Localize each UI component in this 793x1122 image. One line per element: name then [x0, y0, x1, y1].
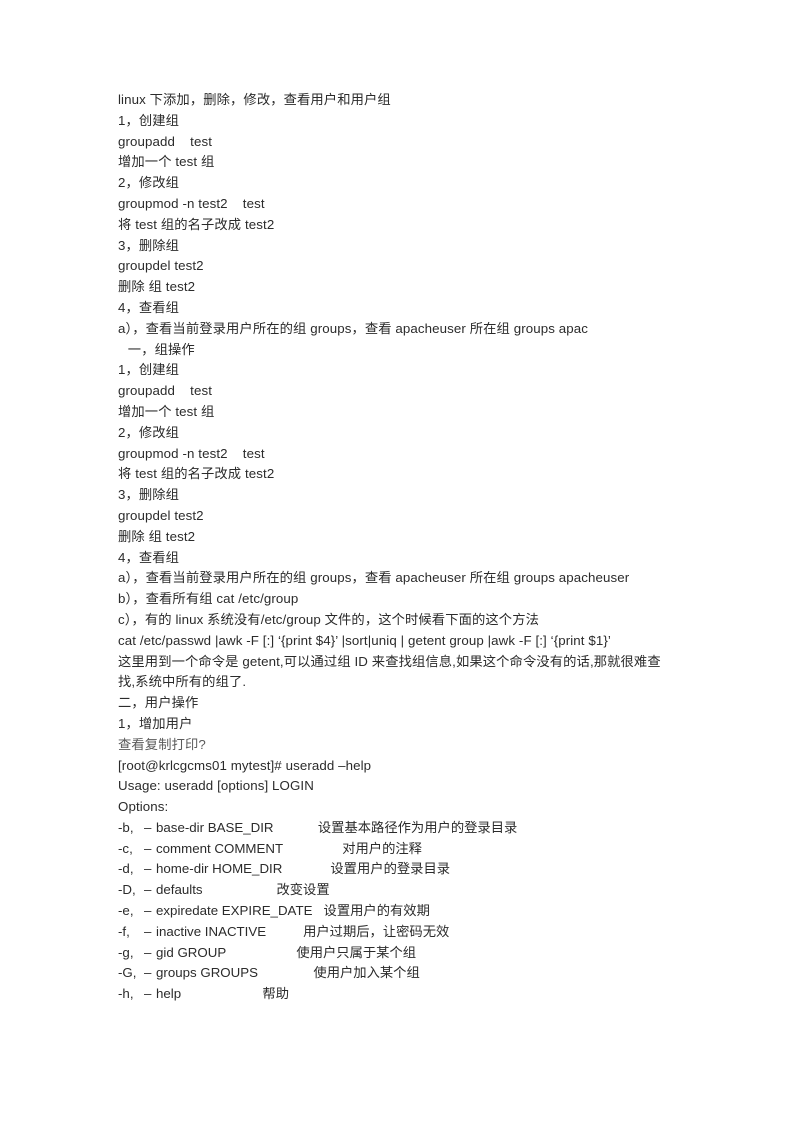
option-long-name: expiredate EXPIRE_DATE — [156, 903, 313, 919]
option-long-name: groups GROUPS — [156, 965, 258, 981]
option-short-flag: -c, — [118, 840, 133, 856]
option-description: 设置用户的有效期 — [323, 903, 430, 919]
option-spacer — [282, 859, 330, 880]
option-dash-icon: – — [144, 840, 152, 856]
option-short-flag: -G, — [118, 965, 137, 981]
useradd-option-row: -e, – expiredate EXPIRE_DATE 设置用户的有效期 — [118, 901, 680, 922]
document-line: 这里用到一个命令是 getent,可以通过组 ID 来查找组信息,如果这个命令没… — [118, 653, 661, 690]
document-line: 1，创建组 — [118, 112, 180, 128]
document-page: linux 下添加，删除，修改，查看用户和用户组 1，创建组 groupadd te… — [0, 0, 793, 1122]
option-short-flag: -e, — [118, 903, 134, 919]
option-spacer — [283, 839, 342, 860]
option-spacer — [312, 901, 323, 922]
option-description: 设置基本路径作为用户的登录目录 — [317, 819, 518, 835]
option-long-name: defaults — [156, 882, 203, 898]
option-dash-icon: – — [144, 903, 152, 919]
option-short-flag: -f, — [118, 923, 130, 939]
option-short-flag: -d, — [118, 861, 134, 877]
document-line: 删除 组 test2 — [118, 279, 196, 295]
option-description: 帮助 — [262, 986, 290, 1002]
document-line: c），有的 linux 系统没有/etc/group 文件的，这个时候看下面的这… — [118, 611, 539, 627]
useradd-option-row: -f, – inactive INACTIVE 用户过期后，让密码无效 — [118, 922, 680, 943]
document-line: 2，修改组 — [118, 175, 180, 191]
document-line: 1，创建组 — [118, 362, 180, 378]
document-title-line: linux 下添加，删除，修改，查看用户和用户组 — [118, 92, 391, 107]
document-line: 查看复制打印? — [118, 736, 206, 752]
document-line: a），查看当前登录用户所在的组 groups，查看 apacheuser 所在组… — [118, 320, 588, 336]
document-line: 1，增加用户 — [118, 715, 193, 731]
document-line: 4，查看组 — [118, 549, 180, 565]
document-line: 4，查看组 — [118, 299, 180, 315]
document-line: 增加一个 test 组 — [118, 403, 215, 419]
document-line: 将 test 组的名子改成 test2 — [118, 466, 275, 482]
document-line: 删除 组 test2 — [118, 528, 196, 544]
document-line: 3，删除组 — [118, 487, 180, 503]
option-spacer — [258, 963, 313, 984]
document-line: groupadd test — [118, 133, 213, 149]
document-line: groupdel test2 — [118, 507, 204, 523]
document-line: 将 test 组的名子改成 test2 — [118, 216, 275, 232]
option-spacer — [226, 943, 296, 964]
option-description: 用户过期后，让密码无效 — [303, 923, 450, 939]
option-long-name: inactive INACTIVE — [156, 923, 267, 939]
option-short-flag: -b, — [118, 819, 134, 835]
option-description: 使用户只属于某个组 — [296, 944, 417, 960]
option-dash-icon: – — [144, 986, 152, 1002]
document-line: groupadd test — [118, 383, 213, 399]
useradd-option-row: -h, – help 帮助 — [118, 984, 680, 1005]
option-description: 对用户的注释 — [342, 840, 422, 856]
option-description: 设置用户的登录目录 — [330, 861, 451, 877]
document-line: groupmod -n test2 test — [118, 445, 265, 461]
option-short-flag: -g, — [118, 944, 134, 960]
useradd-option-row: -d, – home-dir HOME_DIR 设置用户的登录目录 — [118, 859, 680, 880]
option-spacer — [266, 922, 303, 943]
option-long-name: base-dir BASE_DIR — [156, 819, 274, 835]
option-dash-icon: – — [144, 944, 152, 960]
document-line: groupmod -n test2 test — [118, 195, 265, 211]
option-spacer — [181, 984, 262, 1005]
document-line: groupdel test2 — [118, 258, 204, 274]
option-dash-icon: – — [144, 819, 152, 835]
document-line: 增加一个 test 组 — [118, 154, 215, 170]
option-long-name: comment COMMENT — [156, 840, 284, 856]
useradd-option-row: -g, – gid GROUP 使用户只属于某个组 — [118, 943, 680, 964]
useradd-option-row: -b, – base-dir BASE_DIR 设置基本路径作为用户的登录目录 — [118, 818, 680, 839]
option-long-name: gid GROUP — [156, 944, 227, 960]
document-line: a），查看当前登录用户所在的组 groups，查看 apacheuser 所在组… — [118, 570, 630, 586]
option-long-name: home-dir HOME_DIR — [156, 861, 283, 877]
document-line: 3，删除组 — [118, 237, 180, 253]
document-line: Usage: useradd [options] LOGIN — [118, 778, 314, 794]
document-body: linux 下添加，删除，修改，查看用户和用户组 1，创建组 groupadd te… — [118, 90, 680, 1005]
option-description: 改变设置 — [276, 882, 330, 898]
document-line: 二，用户操作 — [118, 695, 199, 711]
option-description: 使用户加入某个组 — [313, 965, 420, 981]
option-spacer — [203, 880, 277, 901]
useradd-option-row: -G, – groups GROUPS 使用户加入某个组 — [118, 963, 680, 984]
option-dash-icon: – — [144, 882, 152, 898]
useradd-option-row: -D, – defaults 改变设置 — [118, 880, 680, 901]
document-line: b），查看所有组 cat /etc/group — [118, 591, 299, 607]
option-long-name: help — [156, 986, 182, 1002]
useradd-option-row: -c, – comment COMMENT 对用户的注释 — [118, 839, 680, 860]
document-line: 2，修改组 — [118, 424, 180, 440]
option-spacer — [274, 818, 318, 839]
option-dash-icon: – — [144, 923, 152, 939]
document-line: [root@krlcgcms01 mytest]# useradd –help — [118, 757, 372, 773]
document-line: Options: — [118, 799, 169, 815]
option-dash-icon: – — [144, 861, 152, 877]
option-short-flag: -h, — [118, 986, 134, 1002]
document-line: 一，组操作 — [124, 341, 195, 357]
option-short-flag: -D, — [118, 882, 136, 898]
option-dash-icon: – — [144, 965, 152, 981]
document-line: cat /etc/passwd |awk -F [:] ‘{print $4}’… — [118, 632, 611, 648]
